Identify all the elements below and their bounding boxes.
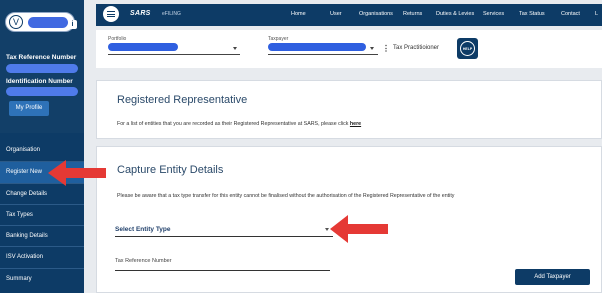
nav-tax-status[interactable]: Tax Status — [519, 11, 545, 17]
taxpayer-role-label: Tax Practitioioner — [393, 45, 440, 51]
tax-reference-label: Tax Reference Number — [6, 54, 77, 61]
nav-contact[interactable]: Contact — [561, 11, 580, 17]
sidebar-item-banking-details[interactable]: Banking Details — [0, 225, 84, 246]
context-selector-bar: Portfolio Taxpayer ⋮ Tax Practitioioner … — [96, 30, 602, 68]
user-panel: V i Tax Reference Number Identification … — [0, 0, 84, 133]
registered-representative-link[interactable]: here — [350, 121, 361, 127]
redacted-tax-reference — [6, 64, 78, 73]
sars-logo: SARS — [130, 10, 151, 17]
tax-reference-field[interactable]: Tax Reference Number — [115, 258, 172, 264]
taxpayer-select[interactable] — [268, 43, 366, 51]
efiling-logo: eFILING — [162, 11, 181, 17]
portfolio-chevron-down-icon[interactable] — [233, 47, 237, 50]
entity-type-select[interactable]: Select Entity Type — [115, 226, 171, 233]
entity-type-chevron-down-icon[interactable] — [325, 228, 329, 231]
registered-representative-description: For a list of entities that you are reco… — [117, 121, 349, 127]
nav-more[interactable]: L — [595, 11, 598, 17]
redacted-identification — [6, 87, 78, 96]
hamburger-menu-icon[interactable] — [103, 6, 119, 22]
sidebar-item-isv-activation[interactable]: ISV Activation — [0, 246, 84, 267]
callout-arrow-register-new — [48, 160, 106, 186]
sidebar-item-organisation[interactable]: Organisation — [0, 140, 84, 161]
taxpayer-chevron-down-icon[interactable] — [370, 47, 374, 50]
nav-services[interactable]: Services — [483, 11, 504, 17]
capture-entity-notice: Please be aware that a tax type transfer… — [117, 193, 455, 199]
registered-representative-title: Registered Representative — [117, 94, 248, 106]
portfolio-select[interactable] — [108, 43, 178, 51]
sidebar-item-tax-types[interactable]: Tax Types — [0, 203, 84, 225]
help-you-badge[interactable]: HELP YOU — [457, 38, 478, 66]
nav-duties-levies[interactable]: Duties & Levies — [436, 11, 474, 17]
tax-reference-underline — [115, 270, 330, 271]
top-navigation: SARS eFILING Home User Organisations Ret… — [96, 4, 602, 26]
registered-representative-text: For a list of entities that you are reco… — [117, 121, 361, 127]
taxpayer-underline — [268, 54, 378, 55]
redacted-username — [28, 17, 68, 28]
capture-entity-title: Capture Entity Details — [117, 164, 224, 176]
entity-type-underline — [115, 236, 333, 237]
my-profile-button[interactable]: My Profile — [9, 101, 49, 116]
identification-label: Identification Number — [6, 78, 73, 85]
taxpayer-label: Taxpayer — [268, 36, 289, 42]
portfolio-label: Portfolio — [108, 36, 127, 42]
portfolio-underline — [108, 54, 240, 55]
user-selector[interactable]: V i — [5, 12, 77, 32]
help-you-badge-text: HELP YOU — [460, 41, 475, 66]
sidebar: V i Tax Reference Number Identification … — [0, 0, 84, 293]
user-avatar: V — [9, 15, 23, 29]
nav-user[interactable]: User — [330, 11, 342, 17]
nav-returns[interactable]: Returns — [403, 11, 422, 17]
add-taxpayer-button[interactable]: Add Taxpayer — [515, 269, 590, 285]
sidebar-item-summary[interactable]: Summary — [0, 267, 84, 289]
nav-home[interactable]: Home — [291, 11, 306, 17]
registered-representative-card: Registered Representative For a list of … — [96, 80, 602, 139]
info-icon[interactable]: i — [68, 20, 77, 29]
nav-organisations[interactable]: Organisations — [359, 11, 393, 17]
callout-arrow-entity-type — [330, 215, 388, 243]
more-options-icon[interactable]: ⋮ — [382, 44, 390, 53]
